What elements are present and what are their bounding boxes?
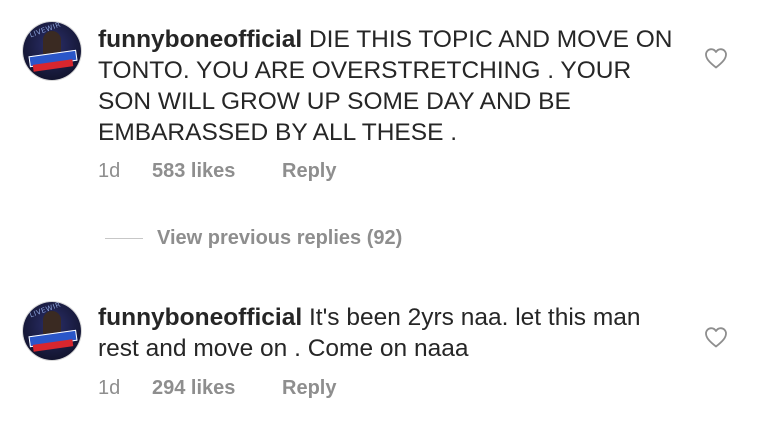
comment-username[interactable]: funnyboneofficial xyxy=(98,304,302,331)
reply-button[interactable]: Reply xyxy=(282,160,336,183)
avatar[interactable]: LIVEWIR xyxy=(23,22,81,80)
view-previous-replies[interactable]: View previous replies (92) xyxy=(105,227,402,250)
reply-button[interactable]: Reply xyxy=(282,377,336,400)
heart-outline-icon[interactable] xyxy=(704,326,728,348)
comment-likes[interactable]: 583 likes xyxy=(152,160,282,183)
heart-outline-icon[interactable] xyxy=(704,47,728,69)
comment-time[interactable]: 1d xyxy=(98,377,152,400)
comment-body: funnyboneofficial It's been 2yrs naa. le… xyxy=(98,302,658,364)
replies-divider xyxy=(105,238,143,239)
comment-body: funnyboneofficial DIE THIS TOPIC AND MOV… xyxy=(98,24,688,148)
view-previous-replies-label[interactable]: View previous replies (92) xyxy=(157,227,402,250)
comment-meta: 1d 294 likes Reply xyxy=(98,377,336,400)
comment-time[interactable]: 1d xyxy=(98,160,152,183)
comment-likes[interactable]: 294 likes xyxy=(152,377,282,400)
avatar[interactable]: LIVEWIR xyxy=(23,302,81,360)
comment-meta: 1d 583 likes Reply xyxy=(98,160,336,183)
comment-username[interactable]: funnyboneofficial xyxy=(98,26,302,53)
